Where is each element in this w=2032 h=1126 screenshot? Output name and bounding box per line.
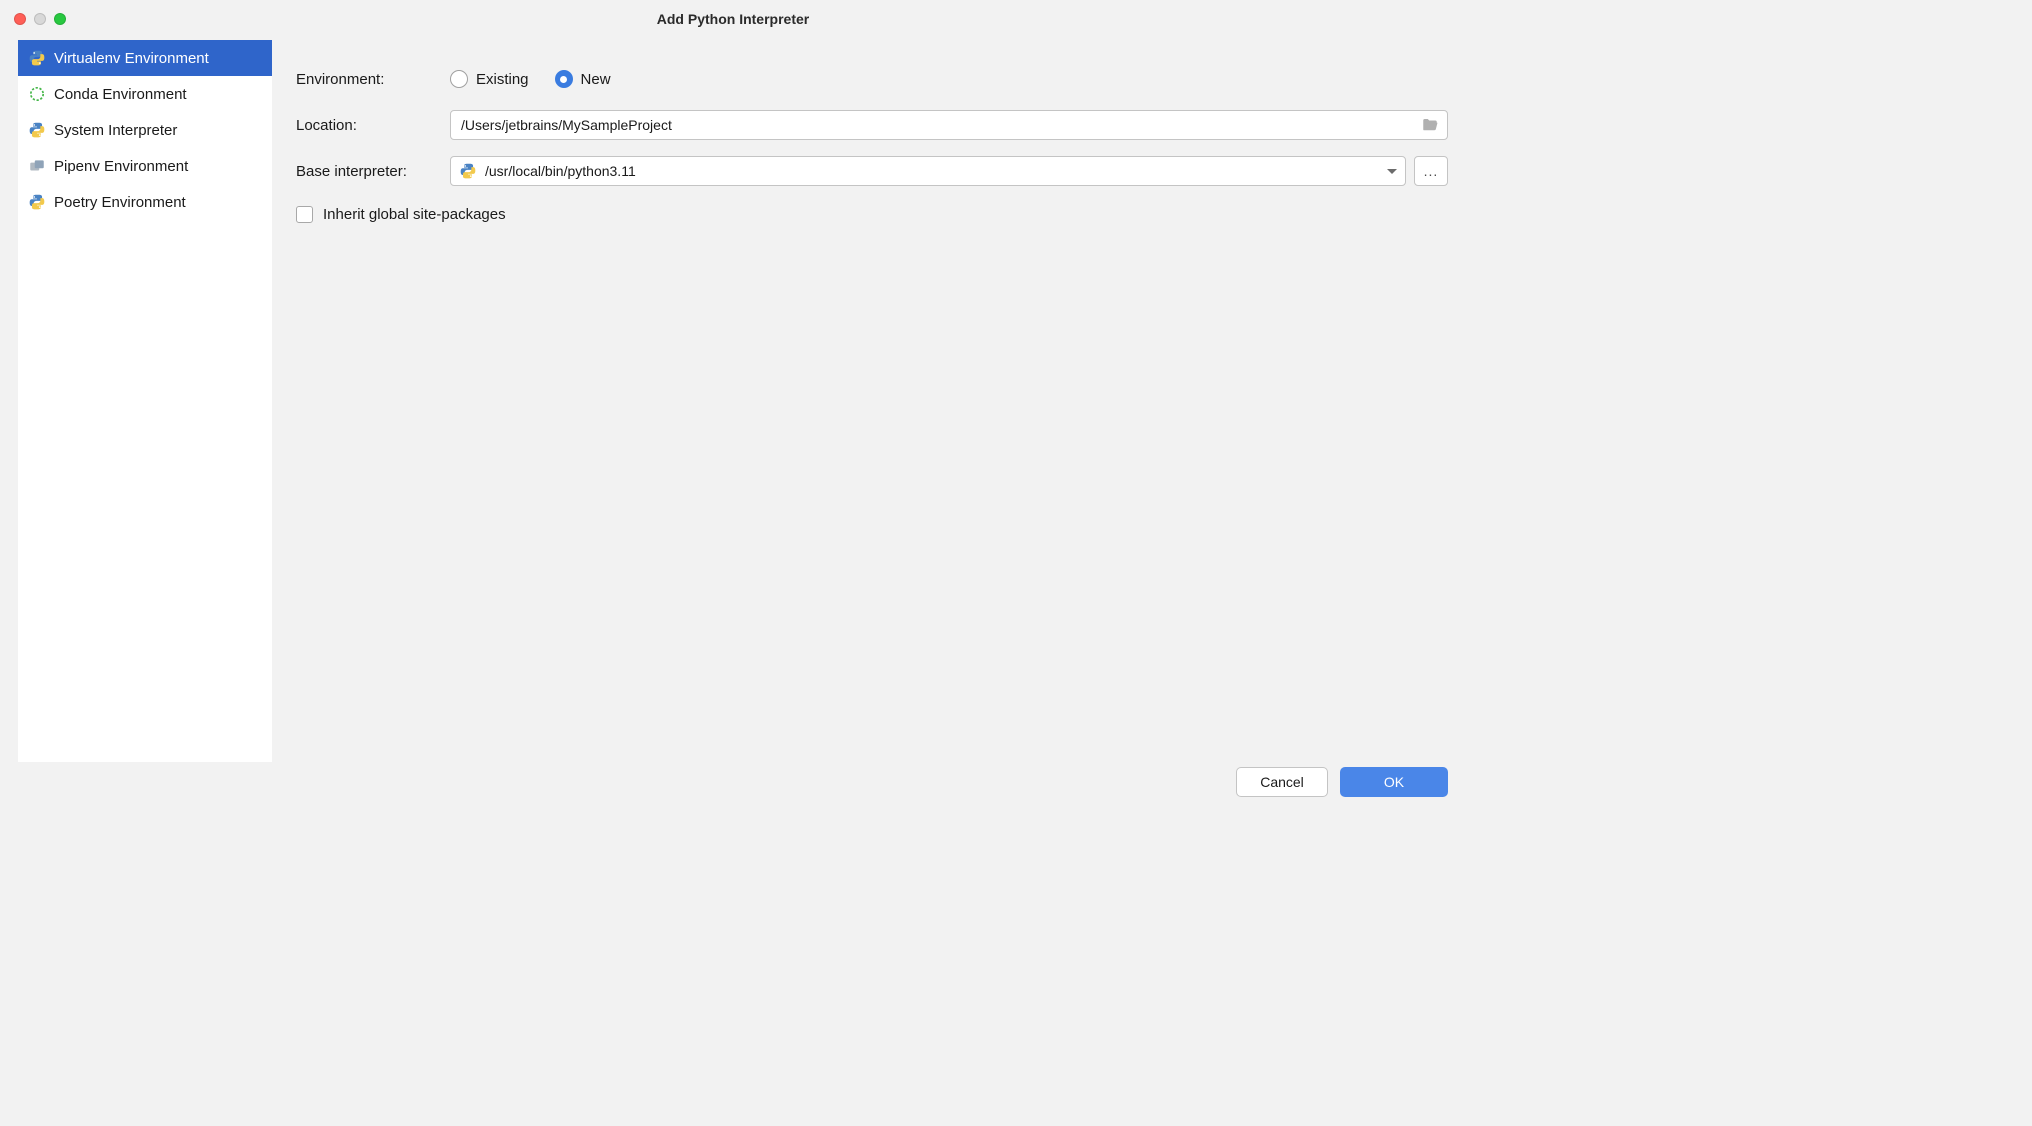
- python-poetry-icon: [28, 193, 46, 211]
- sidebar-item-system[interactable]: System Interpreter: [18, 112, 272, 148]
- chevron-down-icon: [1387, 169, 1397, 174]
- radio-new[interactable]: New: [555, 70, 611, 88]
- radio-label: Existing: [476, 71, 529, 88]
- environment-label: Environment:: [296, 71, 450, 88]
- sidebar-item-pipenv[interactable]: Pipenv Environment: [18, 148, 272, 184]
- interpreter-type-sidebar: Virtualenv Environment Conda Environment: [18, 40, 272, 762]
- ok-button[interactable]: OK: [1340, 767, 1448, 797]
- browse-label: ...: [1424, 163, 1439, 179]
- dialog-body: Virtualenv Environment Conda Environment: [0, 38, 1466, 762]
- python-icon: [459, 162, 477, 180]
- python-icon: [28, 121, 46, 139]
- inherit-label: Inherit global site-packages: [323, 206, 506, 223]
- ok-label: OK: [1384, 774, 1404, 790]
- dialog-window: Add Python Interpreter Virtualenv Enviro…: [0, 0, 1466, 814]
- sidebar-item-label: Virtualenv Environment: [54, 50, 209, 67]
- sidebar-item-label: Conda Environment: [54, 86, 187, 103]
- location-row: Location: /Users/jetbrains/MySampleProje…: [296, 102, 1448, 148]
- radio-icon: [450, 70, 468, 88]
- zoom-window-button[interactable]: [54, 13, 66, 25]
- location-input[interactable]: /Users/jetbrains/MySampleProject: [450, 110, 1448, 140]
- inherit-row[interactable]: Inherit global site-packages: [296, 194, 1448, 234]
- environment-row: Environment: Existing New: [296, 56, 1448, 102]
- sidebar-item-label: Poetry Environment: [54, 194, 186, 211]
- sidebar-item-label: System Interpreter: [54, 122, 177, 139]
- cancel-button[interactable]: Cancel: [1236, 767, 1328, 797]
- sidebar-item-conda[interactable]: Conda Environment: [18, 76, 272, 112]
- pipenv-icon: [28, 157, 46, 175]
- environment-radio-group: Existing New: [450, 70, 611, 88]
- conda-icon: [28, 85, 46, 103]
- radio-label: New: [581, 71, 611, 88]
- base-interpreter-value: /usr/local/bin/python3.11: [485, 163, 636, 179]
- radio-icon: [555, 70, 573, 88]
- inherit-checkbox[interactable]: [296, 206, 313, 223]
- browse-button[interactable]: ...: [1414, 156, 1448, 186]
- base-interpreter-row: Base interpreter: /usr/local/bin/python3…: [296, 148, 1448, 194]
- dialog-title: Add Python Interpreter: [657, 11, 809, 27]
- sidebar-item-label: Pipenv Environment: [54, 158, 188, 175]
- titlebar: Add Python Interpreter: [0, 0, 1466, 38]
- radio-existing[interactable]: Existing: [450, 70, 529, 88]
- sidebar-item-poetry[interactable]: Poetry Environment: [18, 184, 272, 220]
- content-panel: Environment: Existing New Location:: [272, 38, 1466, 762]
- python-virtualenv-icon: [28, 49, 46, 67]
- base-interpreter-label: Base interpreter:: [296, 163, 450, 180]
- folder-open-icon[interactable]: [1421, 116, 1439, 134]
- base-interpreter-dropdown[interactable]: /usr/local/bin/python3.11: [450, 156, 1406, 186]
- location-label: Location:: [296, 117, 450, 134]
- location-value: /Users/jetbrains/MySampleProject: [461, 117, 672, 133]
- cancel-label: Cancel: [1260, 774, 1304, 790]
- window-controls: [14, 13, 66, 25]
- sidebar-item-virtualenv[interactable]: Virtualenv Environment: [18, 40, 272, 76]
- minimize-window-button[interactable]: [34, 13, 46, 25]
- dialog-footer: Cancel OK: [0, 762, 1466, 814]
- close-window-button[interactable]: [14, 13, 26, 25]
